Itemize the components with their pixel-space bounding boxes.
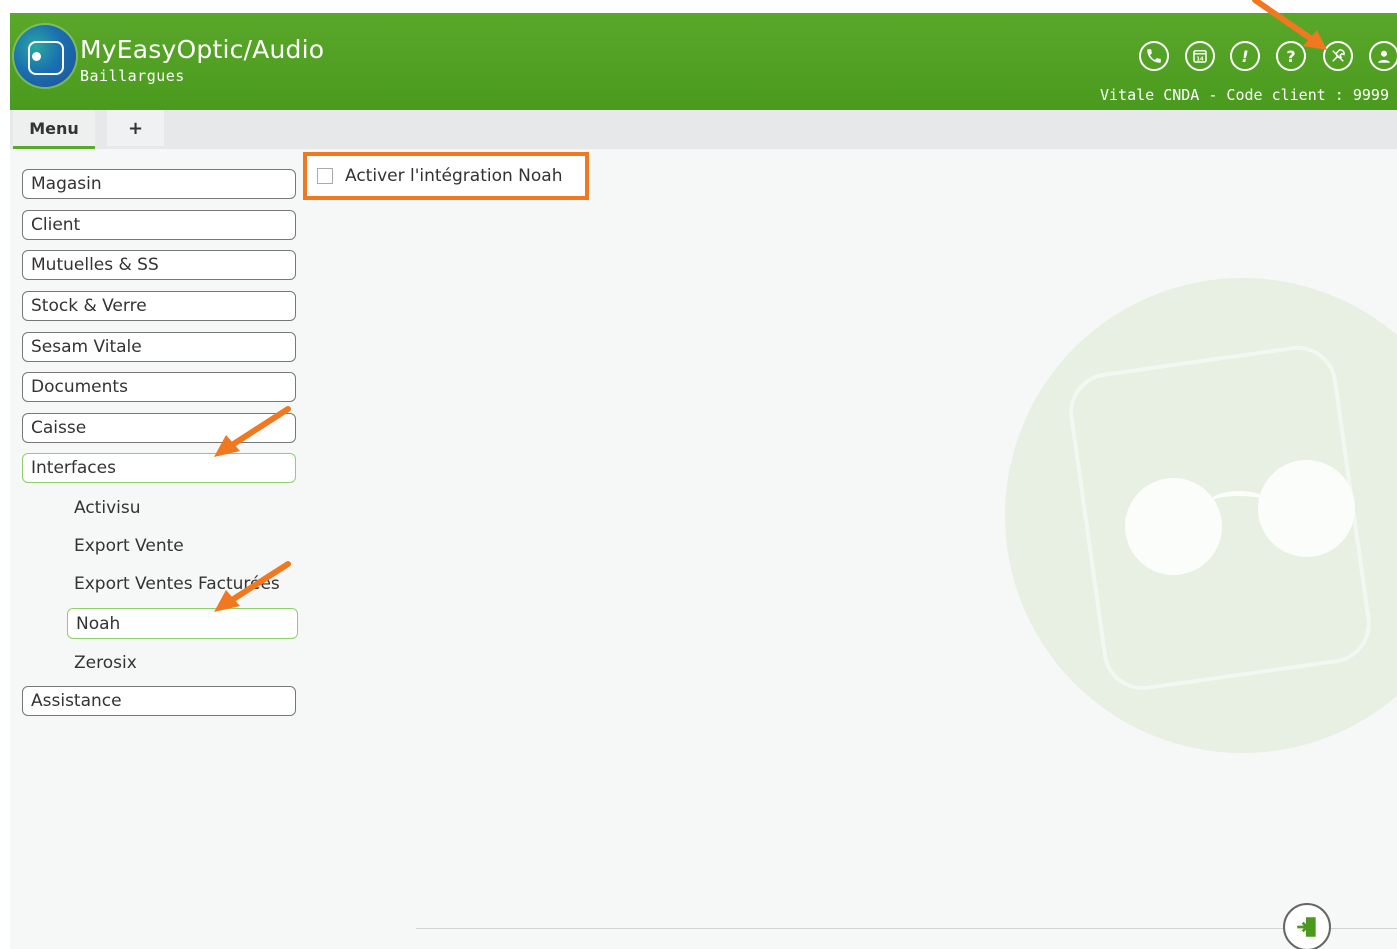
sidebar-item-mutuelles[interactable]: Mutuelles & SS [22,250,296,280]
app-window: MyEasyOptic/Audio Baillargues 14 ! ? Vit… [10,13,1397,949]
sidebar-item-interfaces[interactable]: Interfaces [22,453,296,483]
watermark-lens-left [1125,478,1222,575]
exit-button[interactable] [1283,903,1331,949]
submenu-item-noah[interactable]: Noah [67,608,298,639]
sidebar-item-stock[interactable]: Stock & Verre [22,291,296,321]
sidebar-item-sesam-vitale[interactable]: Sesam Vitale [22,332,296,362]
sidebar-item-documents[interactable]: Documents [22,372,296,402]
watermark-lens-right [1258,460,1355,557]
store-name: Baillargues [80,67,185,85]
status-line: Vitale CNDA - Code client : 9999 [1100,86,1389,104]
calendar-icon[interactable]: 14 [1185,41,1215,71]
alert-icon[interactable]: ! [1230,41,1260,71]
app-header: MyEasyOptic/Audio Baillargues 14 ! ? Vit… [10,13,1397,110]
submenu-item-export-vente[interactable]: Export Vente [74,536,184,556]
submenu-item-export-ventes-facturees[interactable]: Export Ventes Facturées [74,574,280,594]
sidebar-item-client[interactable]: Client [22,210,296,240]
add-tab-button[interactable]: + [107,110,164,146]
noah-integration-label: Activer l'intégration Noah [345,166,563,186]
logo-dot-icon [32,52,41,61]
footer-divider [416,928,1397,929]
noah-integration-checkbox[interactable] [317,168,333,184]
tab-menu[interactable]: Menu [13,110,95,149]
phone-icon[interactable] [1139,41,1169,71]
tab-bar: Menu + [10,110,1397,149]
sidebar-item-assistance[interactable]: Assistance [22,686,296,716]
sidebar-item-magasin[interactable]: Magasin [22,169,296,199]
app-title: MyEasyOptic/Audio [80,35,325,64]
user-icon[interactable] [1369,41,1397,71]
svg-text:14: 14 [1196,57,1204,63]
help-icon[interactable]: ? [1276,41,1306,71]
noah-integration-option[interactable]: Activer l'intégration Noah [303,152,589,200]
submenu-item-activisu[interactable]: Activisu [74,498,140,518]
submenu-item-zerosix[interactable]: Zerosix [74,653,137,673]
sidebar-item-caisse[interactable]: Caisse [22,413,296,443]
tools-icon[interactable] [1323,41,1353,71]
app-logo [14,25,76,87]
exit-door-icon [1297,917,1316,937]
watermark-bridge [1210,491,1268,514]
